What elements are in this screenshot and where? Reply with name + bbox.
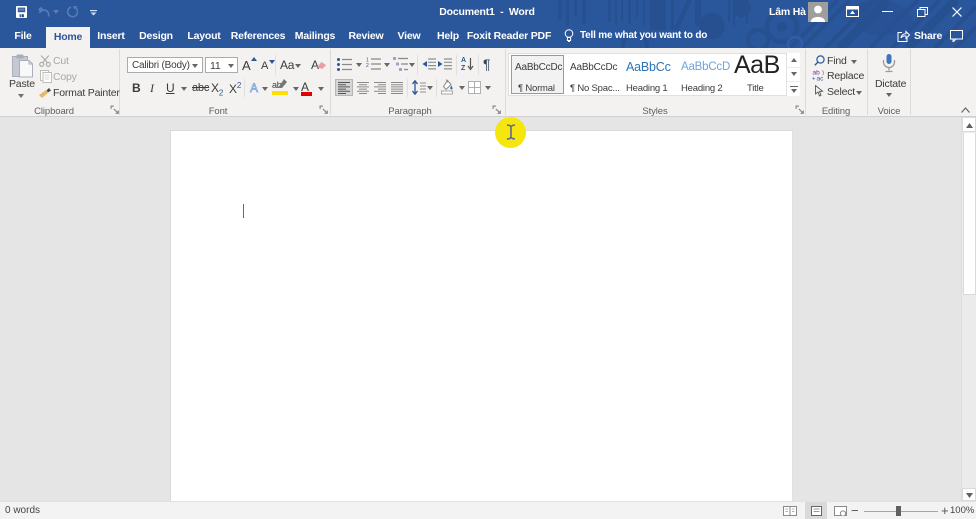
svg-text:2: 2 [366, 63, 369, 69]
svg-text:ac: ac [817, 76, 825, 82]
svg-text:A: A [461, 57, 466, 64]
svg-text:+: + [812, 77, 816, 82]
svg-text:Z: Z [461, 65, 466, 71]
